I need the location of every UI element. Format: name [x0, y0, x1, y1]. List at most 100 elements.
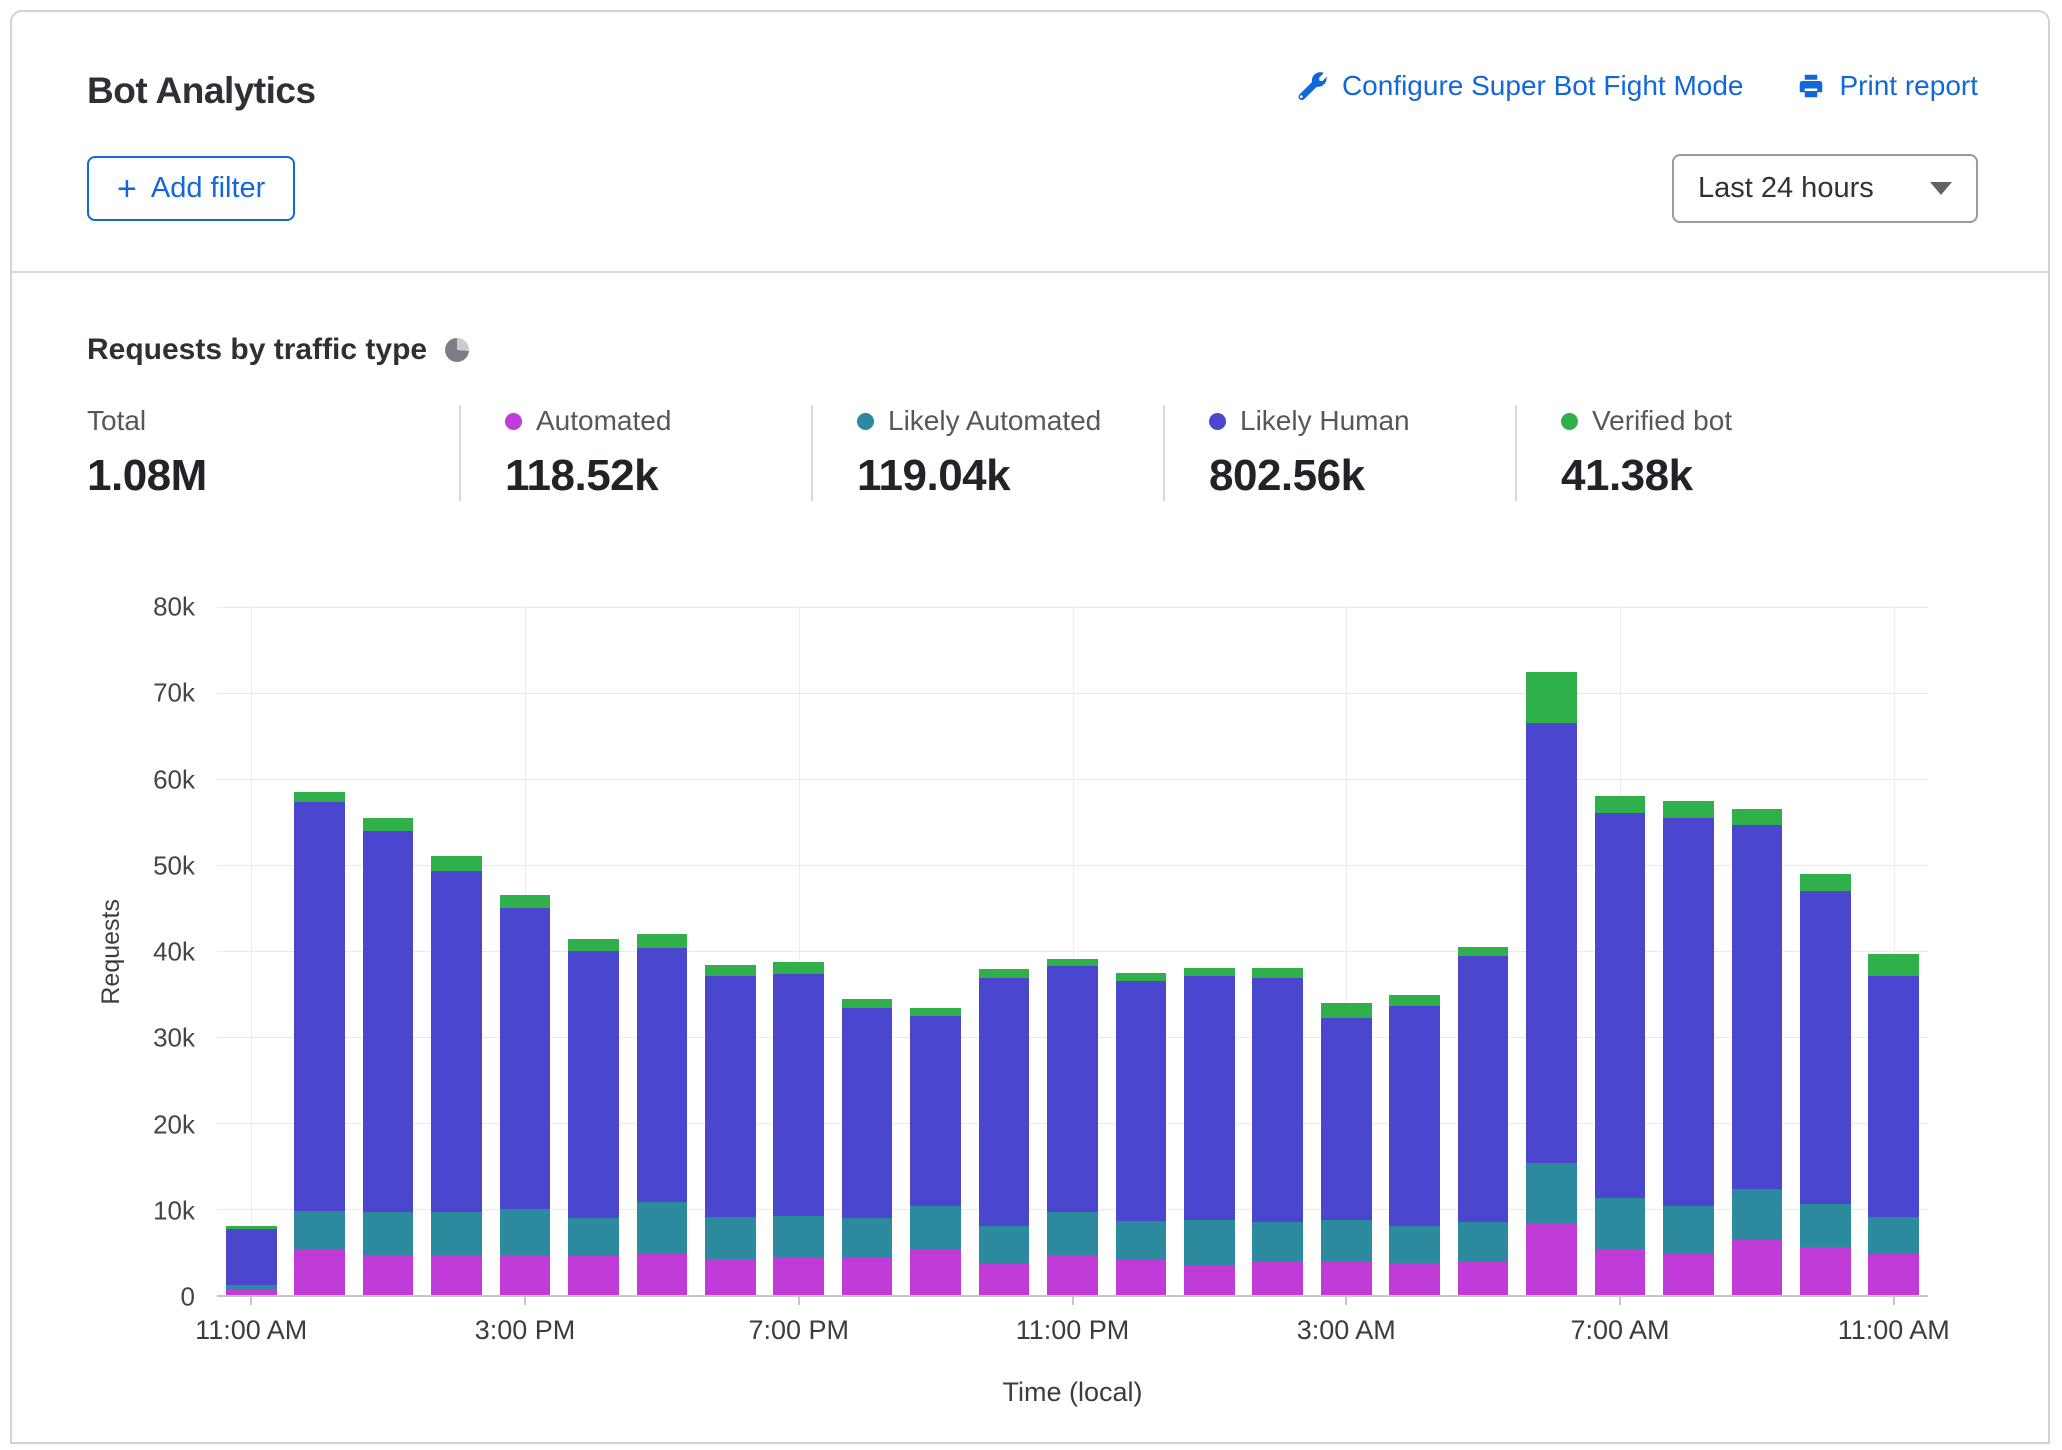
- segment-likely-human: [842, 1008, 893, 1219]
- segment-automated: [1595, 1249, 1646, 1295]
- stat-likely-human[interactable]: Likely Human 802.56k: [1163, 405, 1515, 501]
- segment-automated: [773, 1257, 824, 1295]
- stacked-bar-3:00 PM[interactable]: [491, 607, 559, 1295]
- card-header: Bot Analytics Configure Super Bot Fight …: [12, 12, 2048, 223]
- segment-automated: [1800, 1247, 1851, 1295]
- card-body: Requests by traffic type Total 1.08M Aut…: [12, 273, 2048, 1427]
- y-tick-label: 40k: [153, 937, 195, 968]
- stacked-bar-4:00 PM[interactable]: [559, 607, 627, 1295]
- stacked-bar-12:00 PM[interactable]: [285, 607, 353, 1295]
- configure-super-bot-fight-mode-link[interactable]: Configure Super Bot Fight Mode: [1298, 70, 1744, 102]
- stacked-bar-6:00 PM[interactable]: [696, 607, 764, 1295]
- print-report-link[interactable]: Print report: [1796, 70, 1979, 102]
- segment-likely-automated: [637, 1202, 688, 1254]
- stacked-bar-12:00 AM[interactable]: [1107, 607, 1175, 1295]
- segment-automated: [705, 1259, 756, 1295]
- time-range-select[interactable]: Last 24 hours: [1672, 154, 1978, 223]
- x-tick-label: 7:00 PM: [748, 1315, 849, 1346]
- stat-likely-automated[interactable]: Likely Automated 119.04k: [811, 405, 1163, 501]
- segment-automated: [1047, 1255, 1098, 1295]
- segment-likely-automated: [1389, 1226, 1440, 1263]
- segment-likely-human: [1184, 976, 1235, 1220]
- y-axis-tick-labels: 010k20k30k40k50k60k70k80k: [87, 607, 195, 1297]
- stat-likely-human-value: 802.56k: [1209, 451, 1515, 501]
- segment-likely-automated: [1526, 1163, 1577, 1222]
- y-tick-label: 50k: [153, 850, 195, 881]
- x-tick-label: 3:00 PM: [475, 1315, 576, 1346]
- add-filter-button[interactable]: + Add filter: [87, 156, 295, 221]
- stat-total[interactable]: Total 1.08M: [87, 405, 459, 501]
- segment-likely-automated: [1116, 1221, 1167, 1260]
- segment-likely-human: [226, 1229, 277, 1285]
- segment-automated: [1868, 1254, 1919, 1295]
- segment-likely-automated: [842, 1218, 893, 1258]
- segment-likely-automated: [1458, 1222, 1509, 1262]
- stacked-bar-6:00 AM[interactable]: [1517, 607, 1585, 1295]
- print-link-label: Print report: [1840, 70, 1979, 102]
- x-tick-label: 11:00 AM: [195, 1315, 307, 1346]
- segment-likely-automated: [1732, 1189, 1783, 1240]
- stat-verified-bot-label: Verified bot: [1592, 405, 1732, 437]
- page-title: Bot Analytics: [87, 70, 316, 112]
- segment-verified-bot: [979, 969, 1030, 978]
- stat-likely-automated-value: 119.04k: [857, 451, 1163, 501]
- segment-likely-human: [1800, 891, 1851, 1204]
- stat-total-value: 1.08M: [87, 451, 459, 501]
- stacked-bar-3:00 AM[interactable]: [1312, 607, 1380, 1295]
- x-axis-title: Time (local): [217, 1377, 1928, 1408]
- segment-verified-bot: [705, 965, 756, 976]
- stat-automated-value: 118.52k: [505, 451, 811, 501]
- segment-likely-human: [910, 1016, 961, 1207]
- stacked-bar-2:00 PM[interactable]: [422, 607, 490, 1295]
- stacked-bar-11:00 PM[interactable]: [1038, 607, 1106, 1295]
- stat-likely-human-label: Likely Human: [1240, 405, 1410, 437]
- requests-by-traffic-type-chart: Requests 010k20k30k40k50k60k70k80k 11:00…: [87, 587, 1928, 1427]
- stacked-bar-7:00 AM[interactable]: [1586, 607, 1654, 1295]
- y-tick-label: 60k: [153, 764, 195, 795]
- printer-icon: [1796, 71, 1826, 101]
- segment-likely-human: [1389, 1006, 1440, 1226]
- y-tick-label: 30k: [153, 1023, 195, 1054]
- traffic-type-legend: Total 1.08M Automated 118.52k Likely Aut…: [87, 405, 1973, 501]
- segment-likely-human: [773, 974, 824, 1216]
- stacked-bar-10:00 AM[interactable]: [1791, 607, 1859, 1295]
- segment-likely-human: [431, 871, 482, 1212]
- segment-likely-automated: [773, 1216, 824, 1257]
- stacked-bar-8:00 AM[interactable]: [1654, 607, 1722, 1295]
- segment-likely-human: [1732, 825, 1783, 1189]
- time-range-value: Last 24 hours: [1698, 172, 1874, 205]
- segment-likely-automated: [431, 1212, 482, 1254]
- pie-chart-icon: [445, 338, 469, 362]
- stacked-bar-11:00 AM[interactable]: [217, 607, 285, 1295]
- stacked-bar-1:00 AM[interactable]: [1175, 607, 1243, 1295]
- stacked-bar-1:00 PM[interactable]: [354, 607, 422, 1295]
- stacked-bar-7:00 PM[interactable]: [765, 607, 833, 1295]
- stat-verified-bot[interactable]: Verified bot 41.38k: [1515, 405, 1973, 501]
- segment-verified-bot: [910, 1008, 961, 1016]
- stacked-bar-10:00 PM[interactable]: [970, 607, 1038, 1295]
- y-tick-label: 80k: [153, 592, 195, 623]
- segment-likely-human: [1116, 981, 1167, 1221]
- stacked-bar-8:00 PM[interactable]: [833, 607, 901, 1295]
- verified-bot-dot: [1561, 413, 1578, 430]
- stacked-bar-4:00 AM[interactable]: [1380, 607, 1448, 1295]
- segment-likely-human: [1047, 966, 1098, 1212]
- stacked-bar-9:00 PM[interactable]: [901, 607, 969, 1295]
- likely-human-dot: [1209, 413, 1226, 430]
- segment-likely-automated: [363, 1212, 414, 1255]
- stacked-bar-9:00 AM[interactable]: [1723, 607, 1791, 1295]
- stacked-bar-5:00 PM[interactable]: [628, 607, 696, 1295]
- stacked-bar-5:00 AM[interactable]: [1449, 607, 1517, 1295]
- stat-automated-label: Automated: [536, 405, 671, 437]
- stacked-bar-2:00 AM[interactable]: [1244, 607, 1312, 1295]
- stacked-bar-11:00 AM[interactable]: [1860, 607, 1928, 1295]
- x-tick-label: 3:00 AM: [1297, 1315, 1396, 1346]
- plus-icon: +: [117, 177, 137, 201]
- stat-automated[interactable]: Automated 118.52k: [459, 405, 811, 501]
- segment-automated: [568, 1256, 619, 1295]
- segment-likely-automated: [705, 1217, 756, 1259]
- segment-verified-bot: [1389, 995, 1440, 1006]
- segment-verified-bot: [842, 999, 893, 1008]
- segment-automated: [1458, 1261, 1509, 1295]
- y-tick-label: 0: [181, 1282, 195, 1313]
